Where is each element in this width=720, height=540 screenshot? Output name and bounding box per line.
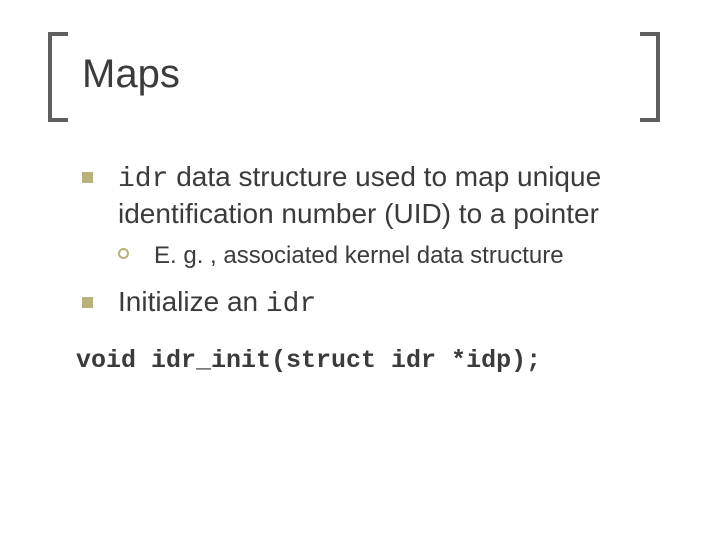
bracket-left-icon — [48, 32, 68, 122]
sub-bullet-text: E. g. , associated kernel data structure — [154, 242, 564, 269]
bracket-right-icon — [640, 32, 660, 122]
bullet-text: Initialize an — [118, 286, 266, 317]
bullet-item-1: idr data structure used to map unique id… — [82, 160, 662, 230]
code-inline: idr — [118, 164, 168, 195]
square-bullet-icon — [82, 297, 93, 308]
bullet-text: data structure used to map unique identi… — [118, 161, 601, 229]
slide-body: idr data structure used to map unique id… — [82, 160, 662, 375]
sub-bullet-item-1: E. g. , associated kernel data structure — [118, 240, 662, 271]
slide-title: Maps — [82, 52, 180, 97]
square-bullet-icon — [82, 172, 93, 183]
code-inline: idr — [266, 289, 316, 320]
code-line: void idr_init(struct idr *idp); — [76, 346, 662, 375]
bullet-item-2: Initialize an idr — [82, 285, 662, 322]
slide: Maps idr data structure used to map uniq… — [0, 0, 720, 540]
circle-bullet-icon — [118, 248, 129, 259]
